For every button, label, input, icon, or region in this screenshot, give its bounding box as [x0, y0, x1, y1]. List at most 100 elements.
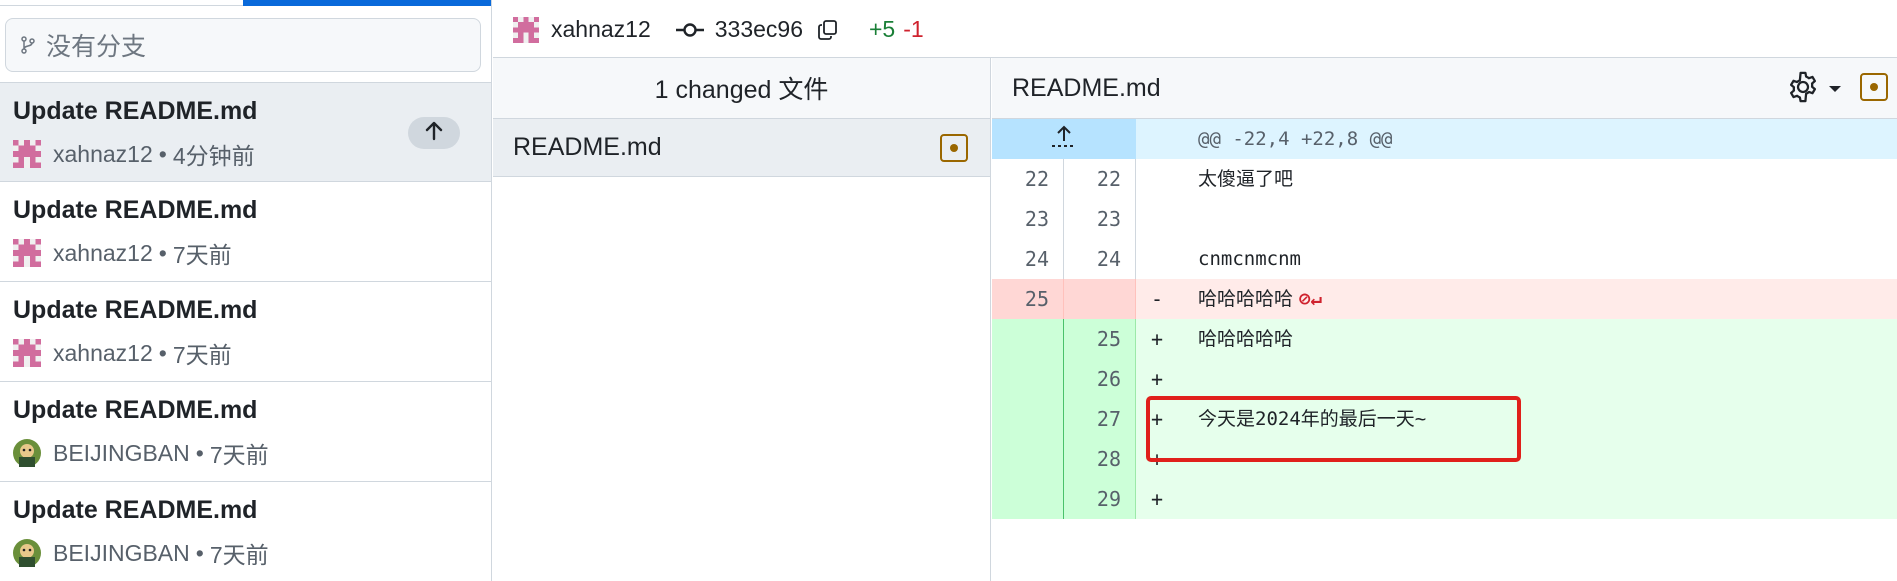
commit-sha: 333ec96 — [714, 16, 803, 42]
new-line-number: 25 — [1064, 319, 1136, 359]
diff-code: 哈哈哈哈哈 — [1198, 288, 1294, 310]
commit-title: Update README.md — [13, 296, 258, 324]
branch-filter-placeholder: 没有分支 — [46, 33, 147, 61]
file-modified-icon — [1860, 73, 1888, 101]
no-newline-icon: ⊘↵ — [1299, 288, 1322, 310]
diff-code: 哈哈哈哈哈 — [1198, 328, 1294, 350]
commit-list-item[interactable]: Update README.md xahnaz12 • 7天前 — [0, 182, 491, 282]
old-line-number: 23 — [992, 199, 1064, 239]
diff-settings-button[interactable] — [1786, 70, 1842, 109]
new-line-number: 27 — [1064, 399, 1136, 439]
diff-code: cnmcnmcnm — [1198, 248, 1301, 270]
gear-icon — [1786, 70, 1820, 109]
new-line-number: 26 — [1064, 359, 1136, 399]
commit-list-item[interactable]: Update README.md xahnaz12 • 4分钟前 — [0, 82, 491, 182]
commit-time: 7天前 — [209, 542, 269, 568]
old-line-number — [992, 319, 1064, 359]
expand-up-icon — [1049, 125, 1079, 154]
hunk-header-row: @@ -22,4 +22,8 @@ — [992, 119, 1897, 159]
old-line-number — [992, 359, 1064, 399]
file-modified-icon — [940, 134, 968, 162]
diff-code — [1178, 359, 1897, 399]
diff-line-added: 25 + 哈哈哈哈哈 — [992, 319, 1897, 359]
diff-marker: + — [1150, 327, 1164, 351]
old-line-number — [992, 439, 1064, 479]
copy-icon[interactable] — [817, 19, 839, 41]
diff-code — [1178, 199, 1897, 239]
commit-author: xahnaz12 — [53, 140, 153, 167]
commit-meta: xahnaz12 • 7天前 — [13, 236, 232, 270]
new-line-number — [1064, 279, 1136, 319]
new-line-number: 28 — [1064, 439, 1136, 479]
commit-time: 7天前 — [172, 242, 232, 268]
deletions-count: -1 — [903, 16, 924, 42]
diff-panel: README.md @@ -22,4 +22,8 @@ 22 22 太傻逼了吧 … — [992, 58, 1897, 581]
diff-line-added: 29 + — [992, 479, 1897, 519]
diff-line-added: 26 + — [992, 359, 1897, 399]
branch-filter-input[interactable]: 没有分支 — [5, 18, 481, 72]
commit-time: 7天前 — [172, 342, 232, 368]
diff-code: 太傻逼了吧 — [1198, 168, 1294, 190]
diff-line-deleted: 25 - 哈哈哈哈哈 ⊘↵ — [992, 279, 1897, 319]
meta-separator: • — [195, 439, 204, 466]
commit-time: 4分钟前 — [172, 143, 255, 169]
old-line-number: 25 — [992, 279, 1064, 319]
diff-marker: + — [1150, 367, 1164, 391]
old-line-number — [992, 479, 1064, 519]
avatar — [13, 239, 41, 267]
new-line-number: 22 — [1064, 159, 1136, 199]
tab-history[interactable] — [243, 0, 491, 6]
diff-line: 23 23 — [992, 199, 1897, 239]
hunk-header: @@ -22,4 +22,8 @@ — [1198, 128, 1393, 150]
commit-author: xahnaz12 — [551, 16, 651, 42]
commit-title: Update README.md — [13, 97, 258, 125]
avatar — [13, 539, 41, 567]
old-line-number: 22 — [992, 159, 1064, 199]
diff-line: 24 24 cnmcnmcnm — [992, 239, 1897, 279]
diff-header: README.md — [992, 58, 1897, 119]
meta-separator: • — [158, 339, 167, 366]
old-line-number: 24 — [992, 239, 1064, 279]
branch-icon — [20, 36, 36, 54]
git-commit-icon — [675, 21, 705, 39]
commit-meta: BEIJINGBAN • 7天前 — [13, 436, 269, 470]
avatar — [513, 16, 539, 43]
commit-meta: xahnaz12 • 7天前 — [13, 336, 232, 370]
commit-author: xahnaz12 — [53, 239, 153, 266]
commit-time: 7天前 — [209, 442, 269, 468]
file-list-item[interactable]: README.md — [493, 119, 990, 177]
commit-list-item[interactable]: Update README.md xahnaz12 • 7天前 — [0, 282, 491, 382]
diff-marker: + — [1150, 487, 1164, 511]
diff-line: 22 22 太傻逼了吧 — [992, 159, 1897, 199]
avatar — [13, 140, 41, 168]
avatar — [13, 339, 41, 367]
meta-separator: • — [158, 140, 167, 167]
commit-list: Update README.md xahnaz12 • 4分钟前 Update … — [0, 82, 491, 581]
commit-title: Update README.md — [13, 396, 258, 424]
expand-up-button[interactable] — [992, 119, 1136, 159]
meta-separator: • — [195, 539, 204, 566]
commit-list-item[interactable]: Update README.md BEIJINGBAN • 7天前 — [0, 382, 491, 482]
unpushed-badge — [408, 117, 460, 149]
tab-changes[interactable] — [0, 0, 243, 6]
new-line-number: 29 — [1064, 479, 1136, 519]
changed-files-heading: 1 changed 文件 — [493, 58, 990, 119]
commit-author: BEIJINGBAN — [53, 539, 190, 566]
commit-list-item[interactable]: Update README.md BEIJINGBAN • 7天前 — [0, 482, 491, 581]
commit-summary-header: xahnaz12 333ec96 +5 -1 — [493, 0, 1897, 58]
diff-file-name: README.md — [1012, 74, 1161, 102]
new-line-number: 24 — [1064, 239, 1136, 279]
sidebar-tabs — [0, 0, 492, 6]
commit-author: BEIJINGBAN — [53, 439, 190, 466]
meta-separator: • — [158, 239, 167, 266]
changed-files-panel: 1 changed 文件 README.md — [493, 58, 991, 581]
diff-marker — [1136, 199, 1178, 239]
commit-title: Update README.md — [13, 496, 258, 524]
arrow-up-icon — [423, 120, 445, 147]
commit-title: Update README.md — [13, 196, 258, 224]
additions-count: +5 — [869, 16, 896, 42]
chevron-down-icon — [1828, 81, 1842, 99]
diff-marker — [1136, 239, 1178, 279]
old-line-number — [992, 399, 1064, 439]
commit-meta: xahnaz12 • 4分钟前 — [13, 137, 255, 171]
